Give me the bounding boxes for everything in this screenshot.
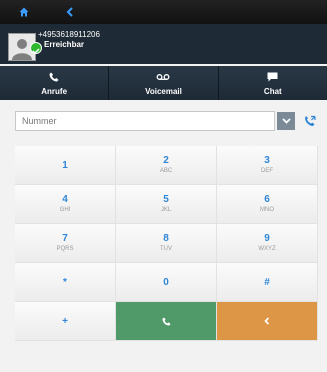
key-3[interactable]: 3 DEF — [217, 146, 318, 185]
dial-options-button[interactable] — [300, 111, 320, 131]
check-icon — [32, 48, 40, 55]
key-0[interactable]: 0 — [116, 263, 217, 302]
key-digit: + — [62, 315, 68, 327]
key-digit: 9 — [264, 233, 270, 244]
key-4[interactable]: 4 GHI — [15, 185, 116, 224]
backspace-button[interactable] — [217, 302, 318, 341]
status-indicator — [30, 42, 42, 55]
tab-calls[interactable]: Anrufe — [0, 66, 109, 100]
key-1[interactable]: 1 — [15, 146, 116, 185]
tab-chat-label: Chat — [263, 87, 282, 96]
key-letters: JKL — [160, 207, 172, 213]
key-digit: 5 — [163, 194, 169, 205]
profile-phone-number: +4953618911206 — [38, 30, 100, 39]
key-hash[interactable]: # — [217, 263, 318, 302]
key-letters: MNO — [260, 207, 274, 213]
phone-icon — [161, 316, 171, 326]
main-tabs: Anrufe Voicemail Chat — [0, 66, 327, 100]
key-5[interactable]: 5 JKL — [116, 185, 217, 224]
key-digit: 1 — [62, 159, 68, 171]
key-letters: WXYZ — [258, 246, 276, 252]
key-6[interactable]: 6 MNO — [217, 185, 318, 224]
number-row — [15, 111, 321, 131]
number-history-dropdown[interactable] — [277, 112, 295, 130]
tab-voicemail-label: Voicemail — [145, 87, 182, 96]
call-button[interactable] — [116, 302, 217, 341]
key-letters: DEF — [261, 168, 273, 174]
tab-chat[interactable]: Chat — [217, 66, 327, 100]
home-button[interactable] — [14, 3, 34, 21]
key-letters: TUV — [160, 246, 172, 252]
back-arrow-icon — [66, 7, 73, 17]
key-digit: * — [63, 276, 67, 288]
phone-forward-icon — [305, 115, 316, 126]
phone-icon — [49, 72, 59, 82]
chat-icon — [267, 72, 278, 82]
key-digit: 0 — [163, 276, 169, 288]
chevron-left-icon — [264, 317, 270, 325]
top-bar — [0, 0, 327, 24]
key-digit: 8 — [163, 233, 169, 244]
number-input[interactable] — [15, 111, 275, 131]
dial-pad: 1 2 ABC 3 DEF 4 GHI 5 JKL 6 MNO 7 PQRS 8 TUV 9 W… — [15, 146, 318, 341]
key-digit: 2 — [163, 155, 169, 166]
home-icon — [19, 7, 29, 17]
key-digit: 4 — [62, 194, 68, 205]
chevron-down-icon — [281, 118, 291, 124]
key-7[interactable]: 7 PQRS — [15, 224, 116, 263]
key-2[interactable]: 2 ABC — [116, 146, 217, 185]
back-button[interactable] — [60, 3, 80, 21]
profile-status: Erreichbar — [44, 40, 85, 49]
key-letters: ABC — [159, 168, 173, 174]
key-digit: 7 — [62, 233, 68, 244]
tab-voicemail[interactable]: Voicemail — [108, 66, 218, 100]
key-star[interactable]: * — [15, 263, 116, 302]
key-digit: 6 — [264, 194, 270, 205]
tab-calls-label: Anrufe — [41, 87, 68, 96]
key-letters: GHI — [59, 207, 71, 213]
key-8[interactable]: 8 TUV — [116, 224, 217, 263]
voicemail-icon — [157, 74, 170, 80]
key-digit: 3 — [264, 155, 270, 166]
key-digit: # — [264, 276, 270, 288]
key-letters: PQRS — [56, 246, 74, 252]
key-9[interactable]: 9 WXYZ — [217, 224, 318, 263]
key-plus[interactable]: + — [15, 302, 116, 341]
